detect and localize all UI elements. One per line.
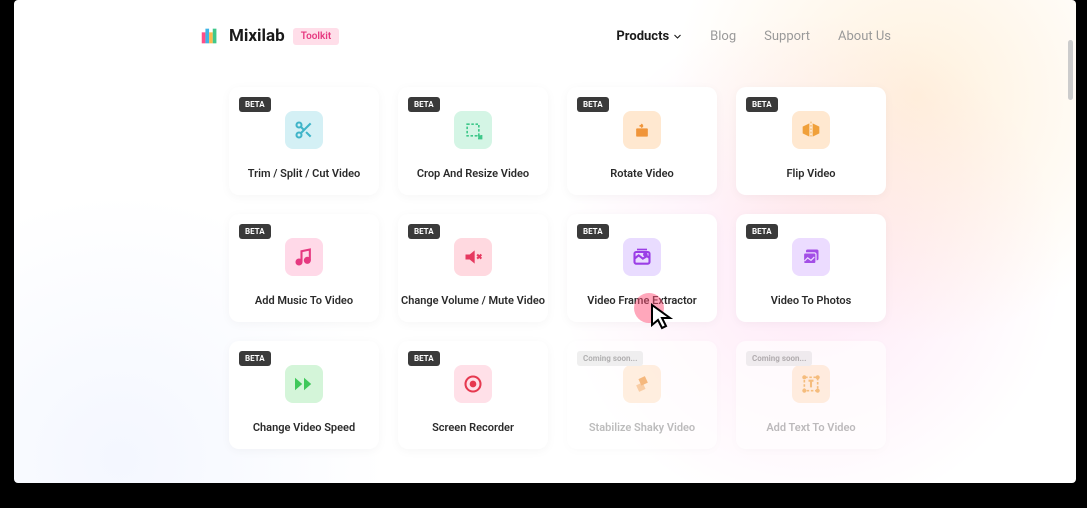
tools-grid: BETA Trim / Split / Cut Video BETA Cr xyxy=(14,87,1076,469)
tool-label: Rotate Video xyxy=(610,167,674,180)
tool-label: Add Music To Video xyxy=(255,294,353,307)
tool-rotate[interactable]: BETA Rotate Video xyxy=(567,87,717,195)
rotate-icon xyxy=(623,111,661,149)
flip-icon xyxy=(792,111,830,149)
beta-badge: BETA xyxy=(746,224,778,239)
beta-badge: BETA xyxy=(239,97,271,112)
nav-blog[interactable]: Blog xyxy=(710,29,736,44)
tool-text: Coming soon... Add Text To Video xyxy=(736,341,886,449)
logo-icon xyxy=(199,25,221,47)
beta-badge: BETA xyxy=(408,224,440,239)
tool-crop[interactable]: BETA Crop And Resize Video xyxy=(398,87,548,195)
coming-soon-badge: Coming soon... xyxy=(746,351,812,366)
chevron-down-icon xyxy=(673,32,682,41)
music-icon xyxy=(285,238,323,276)
tool-music[interactable]: BETA Add Music To Video xyxy=(229,214,379,322)
photos-icon xyxy=(792,238,830,276)
mute-icon xyxy=(454,238,492,276)
coming-soon-badge: Coming soon... xyxy=(577,351,643,366)
logo[interactable]: Mixilab Toolkit xyxy=(199,25,339,47)
frame-icon xyxy=(623,238,661,276)
tool-record[interactable]: BETA Screen Recorder xyxy=(398,341,548,449)
nav-products-label: Products xyxy=(616,29,669,44)
tool-label: Flip Video xyxy=(786,167,835,180)
tool-label: Crop And Resize Video xyxy=(417,167,529,180)
tool-frame-extract[interactable]: BETA Video Frame Extractor xyxy=(567,214,717,322)
logo-text: Mixilab xyxy=(229,26,285,46)
main-nav: Products Blog Support About Us xyxy=(616,29,891,44)
beta-badge: BETA xyxy=(577,97,609,112)
beta-badge: BETA xyxy=(239,351,271,366)
scissors-icon xyxy=(285,111,323,149)
tool-label: Stabilize Shaky Video xyxy=(589,421,695,434)
beta-badge: BETA xyxy=(239,224,271,239)
tool-label: Add Text To Video xyxy=(766,421,855,434)
beta-badge: BETA xyxy=(746,97,778,112)
tool-label: Video Frame Extractor xyxy=(587,294,697,307)
tool-label: Change Video Speed xyxy=(253,421,355,434)
header: Mixilab Toolkit Products Blog Support Ab… xyxy=(14,0,1076,59)
toolkit-badge: Toolkit xyxy=(293,28,340,45)
text-icon xyxy=(792,365,830,403)
beta-badge: BETA xyxy=(577,224,609,239)
tool-label: Change Volume / Mute Video xyxy=(401,294,545,307)
record-icon xyxy=(454,365,492,403)
tool-stabilize: Coming soon... Stabilize Shaky Video xyxy=(567,341,717,449)
speed-icon xyxy=(285,365,323,403)
nav-support[interactable]: Support xyxy=(764,29,810,44)
nav-products[interactable]: Products xyxy=(616,29,682,44)
beta-badge: BETA xyxy=(408,97,440,112)
tool-speed[interactable]: BETA Change Video Speed xyxy=(229,341,379,449)
tool-volume[interactable]: BETA Change Volume / Mute Video xyxy=(398,214,548,322)
tool-flip[interactable]: BETA Flip Video xyxy=(736,87,886,195)
tool-label: Trim / Split / Cut Video xyxy=(248,167,360,180)
beta-badge: BETA xyxy=(408,351,440,366)
tool-trim[interactable]: BETA Trim / Split / Cut Video xyxy=(229,87,379,195)
stabilize-icon xyxy=(623,365,661,403)
tool-label: Screen Recorder xyxy=(432,421,514,434)
crop-icon xyxy=(454,111,492,149)
nav-about[interactable]: About Us xyxy=(838,29,891,44)
tool-video-to-photos[interactable]: BETA Video To Photos xyxy=(736,214,886,322)
tool-label: Video To Photos xyxy=(771,294,852,307)
